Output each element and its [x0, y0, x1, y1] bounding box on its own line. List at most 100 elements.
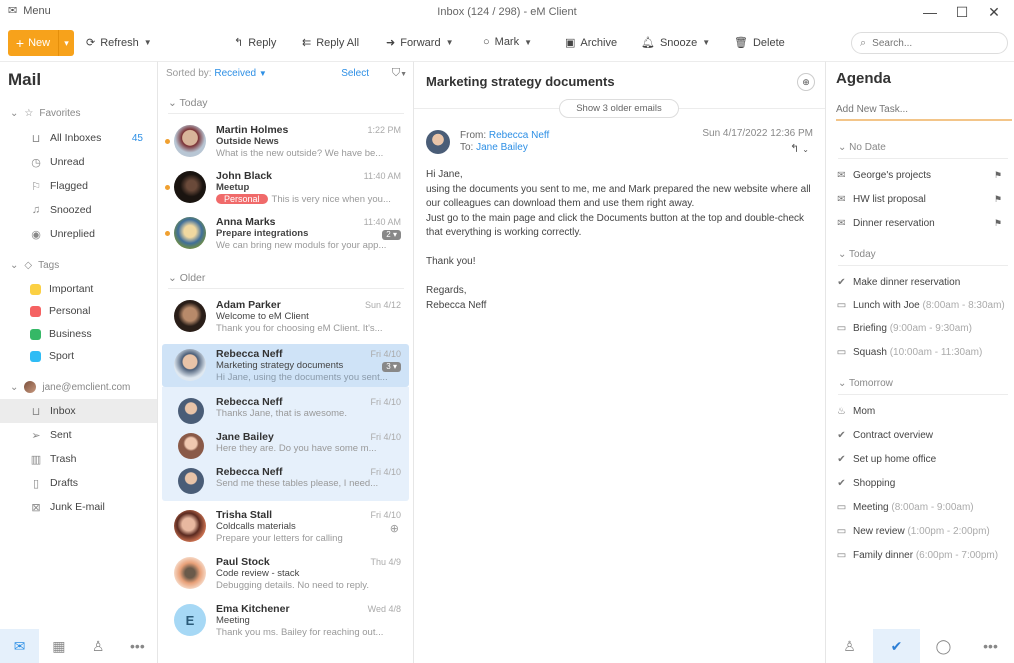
avatar: [174, 217, 206, 249]
toolbar: + New ▾ ⟳ Refresh ▼ ↰ Reply ⇇ Reply All ➜ Forw…: [0, 28, 1014, 60]
section-no-date[interactable]: ⌄ No Date: [838, 142, 1008, 159]
mark-button[interactable]: ○ Mark ▼: [483, 36, 532, 48]
sidebar-item-tag-sport[interactable]: Sport: [0, 344, 157, 368]
reply-button[interactable]: ↰ Reply: [234, 36, 276, 50]
star-icon: ☆: [24, 108, 34, 119]
forward-button[interactable]: ➜ Forward ▼: [386, 36, 453, 50]
more-modules-button[interactable]: •••: [118, 629, 157, 663]
sort-dropdown[interactable]: Sorted by: Received ▼: [166, 68, 267, 79]
unread-dot: [165, 231, 170, 236]
snooze-button[interactable]: 🔔︎ Snooze ▼: [641, 36, 710, 50]
contacts-module-button[interactable]: ♙: [79, 629, 118, 663]
agenda-item-label: Contract overview: [853, 430, 934, 441]
thread-message-item[interactable]: Rebecca Neff Fri 4/10 Thanks Jane, that …: [162, 395, 409, 427]
favorites-header[interactable]: ⌄ ☆ Favorites: [10, 108, 80, 119]
close-button[interactable]: ✕: [978, 0, 1010, 24]
section-tomorrow[interactable]: ⌄ Tomorrow: [838, 378, 1008, 395]
sidebar-item-tag-personal[interactable]: Personal: [0, 299, 157, 323]
group-header-older[interactable]: ⌄ Older: [168, 272, 404, 289]
agenda-item[interactable]: ✉ George's projects ⚑: [836, 170, 1012, 181]
new-button[interactable]: + New ▾: [8, 30, 74, 56]
sidebar-item-unreplied[interactable]: ◉ Unreplied: [0, 222, 157, 246]
message-item[interactable]: John Black 11:40 AM Meetup Personal This …: [162, 169, 409, 207]
message-item[interactable]: E Ema Kitchener Wed 4/8 Meeting Thank yo…: [162, 602, 409, 640]
delete-button[interactable]: 🗑︎ Delete: [734, 36, 785, 50]
new-dropdown-button[interactable]: ▾: [58, 30, 74, 56]
agenda-item[interactable]: ♨ Mom: [836, 406, 1012, 417]
quick-reply-button[interactable]: ↰ ⌄: [790, 142, 809, 155]
agenda-item[interactable]: ▭ Meeting (8:00am - 9:00am): [836, 502, 1012, 513]
message-item[interactable]: Martin Holmes 1:22 PM Outside News What …: [162, 123, 409, 161]
group-header-today[interactable]: ⌄ Today: [168, 97, 404, 114]
show-older-emails-button[interactable]: Show 3 older emails: [559, 99, 679, 118]
flag-icon[interactable]: ⚑: [994, 194, 1002, 205]
sidebar-item-tag-important[interactable]: Important: [0, 277, 157, 301]
sender-link[interactable]: Rebecca Neff: [489, 130, 549, 141]
agenda-item[interactable]: ▭ Lunch with Joe (8:00am - 8:30am): [836, 300, 1012, 311]
chat-panel-button[interactable]: ◯: [920, 629, 967, 663]
sidebar-item-sent[interactable]: ➢ Sent: [0, 423, 157, 447]
add-task-input[interactable]: [836, 104, 1012, 121]
chevron-down-icon: ▼: [524, 37, 533, 47]
sidebar-item-unread[interactable]: ◷ Unread: [0, 150, 157, 174]
thread-message-item[interactable]: Jane Bailey Fri 4/10 Here they are. Do y…: [162, 430, 409, 462]
message-item[interactable]: Adam Parker Sun 4/12 Welcome to eM Clien…: [162, 298, 409, 336]
agenda-item[interactable]: ✉ HW list proposal ⚑: [836, 194, 1012, 205]
search-box[interactable]: ⌕: [851, 32, 1008, 54]
agenda-item[interactable]: ✔ Contract overview: [836, 430, 1012, 441]
message-item[interactable]: Trisha Stall Fri 4/10 Coldcalls material…: [162, 508, 409, 546]
sidebar-item-trash[interactable]: ▥ Trash: [0, 447, 157, 471]
minimize-button[interactable]: —: [914, 0, 946, 24]
calendar-module-button[interactable]: ▦: [39, 629, 78, 663]
sidebar-item-inbox[interactable]: ⊔ Inbox: [0, 399, 157, 423]
flag-icon[interactable]: ⚑: [994, 218, 1002, 229]
calendar-icon: ▭: [836, 300, 847, 311]
contacts-panel-button[interactable]: ♙: [826, 629, 873, 663]
sidebar-item-drafts[interactable]: ▯ Drafts: [0, 471, 157, 495]
agenda-item[interactable]: ✔ Shopping: [836, 478, 1012, 489]
agenda-item[interactable]: ✔ Make dinner reservation: [836, 277, 1012, 288]
thread-count-badge[interactable]: 2 ▾: [382, 230, 401, 240]
flag-icon[interactable]: ⚑: [994, 170, 1002, 181]
search-input[interactable]: [872, 37, 993, 49]
agenda-item[interactable]: ▭ Briefing (9:00am - 9:30am): [836, 323, 1012, 334]
tags-header[interactable]: ⌄ ◇ Tags: [10, 260, 59, 271]
agenda-item[interactable]: ▭ Squash (10:00am - 11:30am): [836, 347, 1012, 358]
thread-count-badge[interactable]: 3 ▾: [382, 362, 401, 372]
agenda-item[interactable]: ▭ Family dinner (6:00pm - 7:00pm): [836, 550, 1012, 561]
message-sender: Martin Holmes: [216, 124, 289, 136]
sidebar-item-flagged[interactable]: ⚐ Flagged: [0, 174, 157, 198]
mail-module-button[interactable]: ✉: [0, 629, 40, 663]
archive-button[interactable]: ▣ Archive: [565, 36, 617, 50]
sidebar-item-snoozed[interactable]: ♫ Snoozed: [0, 198, 157, 222]
avatar: [174, 510, 206, 542]
thread-count: 2: [386, 230, 391, 239]
add-tag-button[interactable]: ⊕: [797, 73, 815, 91]
sidebar-item-junk[interactable]: ⊠ Junk E-mail: [0, 495, 157, 519]
avatar: [174, 557, 206, 589]
sidebar-item-all-inboxes[interactable]: ⊔ All Inboxes 45: [0, 126, 157, 150]
agenda-item[interactable]: ▭ New review (1:00pm - 2:00pm): [836, 526, 1012, 537]
agenda-item[interactable]: ✉ Dinner reservation ⚑: [836, 218, 1012, 229]
select-button[interactable]: Select: [341, 68, 369, 79]
reply-all-button[interactable]: ⇇ Reply All: [302, 36, 359, 50]
message-subject: Prepare integrations: [216, 228, 309, 239]
mark-label: Mark: [494, 36, 520, 48]
refresh-button[interactable]: ⟳ Refresh ▼: [86, 36, 152, 50]
inbox-icon: ⊔: [31, 132, 41, 145]
sidebar-item-tag-business[interactable]: Business: [0, 322, 157, 346]
section-today[interactable]: ⌄ Today: [838, 249, 1008, 266]
maximize-button[interactable]: ☐: [946, 0, 978, 24]
message-item[interactable]: Paul Stock Thu 4/9 Code review - stack D…: [162, 555, 409, 593]
filter-button[interactable]: ⛉▼: [392, 67, 407, 80]
tasks-panel-button[interactable]: ✔: [873, 629, 920, 663]
message-item-selected[interactable]: Rebecca Neff Fri 4/10 Marketing strategy…: [162, 344, 409, 387]
account-header[interactable]: ⌄ jane@emclient.com: [10, 381, 130, 393]
agenda-item[interactable]: ✔ Set up home office: [836, 454, 1012, 465]
more-panels-button[interactable]: •••: [967, 629, 1014, 663]
recipient-link[interactable]: Jane Bailey: [476, 142, 528, 153]
avatar: [174, 171, 206, 203]
thread-message-item[interactable]: Rebecca Neff Fri 4/10 Send me these tabl…: [162, 465, 409, 497]
message-item[interactable]: Anna Marks 11:40 AM Prepare integrations…: [162, 215, 409, 253]
message-preview: Here they are. Do you have some m...: [216, 443, 377, 454]
